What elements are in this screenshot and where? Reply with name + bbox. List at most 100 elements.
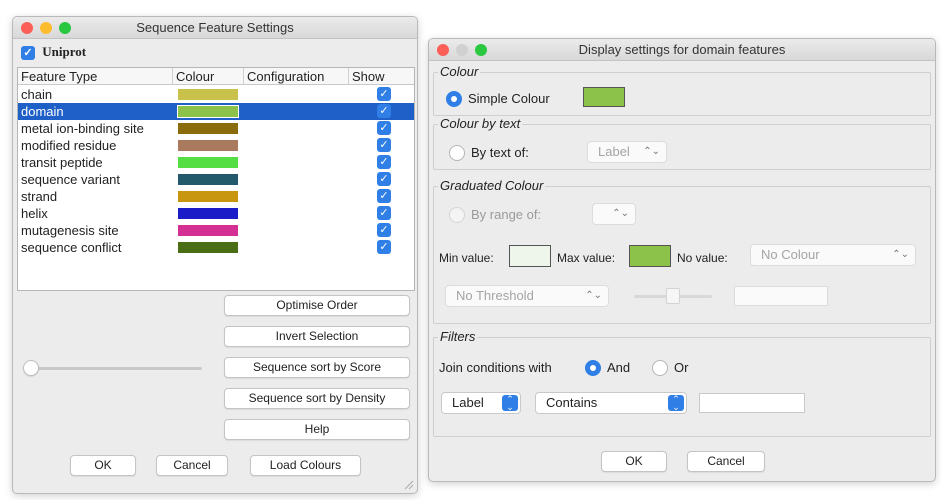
transparency-slider-knob[interactable] — [23, 360, 39, 376]
help-button[interactable]: Help — [224, 419, 410, 440]
minimize-window-icon[interactable] — [40, 22, 52, 34]
column-header-configuration[interactable]: Configuration — [244, 68, 349, 85]
load-colours-button[interactable]: Load Colours — [250, 455, 361, 476]
filter-condition-select[interactable]: Contains ⌃ ⌄ — [535, 392, 687, 414]
transparency-slider-track[interactable] — [27, 367, 202, 370]
colour-swatch[interactable] — [178, 157, 238, 168]
colour-swatch[interactable] — [178, 89, 238, 100]
window2-title: Display settings for domain features — [578, 42, 786, 57]
threshold-value-input[interactable] — [734, 286, 828, 306]
table-row[interactable]: mutagenesis site ✓ — [18, 222, 414, 239]
join-or-radio[interactable] — [652, 360, 668, 376]
join-or-label: Or — [674, 360, 689, 375]
column-header-feature-type[interactable]: Feature Type — [18, 68, 173, 85]
no-value-select-value: No Colour — [761, 247, 820, 262]
by-range-radio[interactable] — [449, 207, 465, 223]
resize-grip-icon[interactable] — [403, 479, 414, 490]
table-row[interactable]: helix ✓ — [18, 205, 414, 222]
show-checkbox-icon[interactable]: ✓ — [377, 206, 391, 220]
show-checkbox-icon[interactable]: ✓ — [377, 189, 391, 203]
join-and-radio[interactable] — [585, 360, 601, 376]
uniprot-checkbox-icon[interactable]: ✓ — [21, 46, 35, 61]
filter-attribute-select[interactable]: Label ⌃ ⌄ — [441, 392, 521, 414]
table-row[interactable]: modified residue ✓ — [18, 137, 414, 154]
show-checkbox-icon[interactable]: ✓ — [377, 104, 391, 118]
show-checkbox-icon[interactable]: ✓ — [377, 240, 391, 254]
by-text-select[interactable]: Label ⌃⌄ — [587, 141, 667, 163]
optimise-order-button[interactable]: Optimise Order — [224, 295, 410, 316]
updown-chevron-icon: ⌃⌄ — [892, 249, 909, 260]
feature-type-cell: metal ion-binding site — [21, 121, 144, 136]
table-row[interactable]: chain ✓ — [18, 86, 414, 103]
filter-attribute-value: Label — [452, 395, 484, 410]
cancel-button[interactable]: Cancel — [156, 455, 228, 476]
colour-swatch[interactable] — [178, 174, 238, 185]
simple-colour-swatch[interactable] — [583, 87, 625, 107]
by-text-radio[interactable] — [449, 145, 465, 161]
window2-titlebar[interactable]: Display settings for domain features — [429, 39, 935, 61]
ok-button[interactable]: OK — [601, 451, 667, 472]
show-checkbox-icon[interactable]: ✓ — [377, 155, 391, 169]
table-row[interactable]: sequence variant ✓ — [18, 171, 414, 188]
column-header-show[interactable]: Show — [349, 68, 415, 85]
zoom-window-icon[interactable] — [59, 22, 71, 34]
simple-colour-radio[interactable] — [446, 91, 462, 107]
updown-chevron-icon: ⌃⌄ — [612, 208, 629, 219]
colour-by-text-group: Colour by text By text of: Label ⌃⌄ — [433, 116, 931, 170]
column-header-colour[interactable]: Colour — [173, 68, 244, 85]
show-checkbox-icon[interactable]: ✓ — [377, 138, 391, 152]
feature-type-cell: mutagenesis site — [21, 223, 119, 238]
table-row[interactable]: strand ✓ — [18, 188, 414, 205]
sort-by-score-button[interactable]: Sequence sort by Score — [224, 357, 410, 378]
feature-type-cell: helix — [21, 206, 48, 221]
close-window-icon[interactable] — [21, 22, 33, 34]
ok-button[interactable]: OK — [70, 455, 136, 476]
filters-group: Filters Join conditions with And Or Labe… — [433, 329, 931, 437]
table-row[interactable]: metal ion-binding site ✓ — [18, 120, 414, 137]
sort-by-density-button[interactable]: Sequence sort by Density — [224, 388, 410, 409]
uniprot-source-toggle[interactable]: ✓ Uniprot — [21, 44, 86, 61]
updown-chevron-icon: ⌃⌄ — [502, 395, 518, 412]
by-text-label: By text of: — [471, 145, 529, 160]
threshold-select[interactable]: No Threshold ⌃⌄ — [445, 285, 609, 307]
feature-type-cell: chain — [21, 87, 53, 102]
invert-selection-button[interactable]: Invert Selection — [224, 326, 410, 347]
updown-chevron-icon: ⌃⌄ — [668, 395, 684, 412]
by-range-select[interactable]: ⌃⌄ — [592, 203, 636, 225]
colour-swatch[interactable] — [178, 208, 238, 219]
table-row[interactable]: domain ✓ — [18, 103, 414, 120]
window1-title: Sequence Feature Settings — [136, 20, 294, 35]
show-checkbox-icon[interactable]: ✓ — [377, 223, 391, 237]
colour-swatch[interactable] — [178, 123, 238, 134]
no-value-label: No value: — [677, 251, 728, 265]
feature-table[interactable]: Feature Type Colour Configuration Show c… — [17, 67, 415, 291]
colour-swatch[interactable] — [178, 191, 238, 202]
feature-type-cell: strand — [21, 189, 58, 204]
table-row[interactable]: transit peptide ✓ — [18, 154, 414, 171]
join-conditions-label: Join conditions with — [439, 360, 552, 375]
colour-swatch[interactable] — [178, 242, 238, 253]
colour-group: Colour Simple Colour — [433, 64, 931, 116]
join-and-label: And — [607, 360, 631, 375]
show-checkbox-icon[interactable]: ✓ — [377, 121, 391, 135]
min-colour-swatch[interactable] — [509, 245, 551, 267]
window1-titlebar[interactable]: Sequence Feature Settings — [13, 17, 417, 39]
filter-value-input[interactable] — [699, 393, 805, 413]
max-colour-swatch[interactable] — [629, 245, 671, 267]
show-checkbox-icon[interactable]: ✓ — [377, 172, 391, 186]
colour-swatch[interactable] — [178, 225, 238, 236]
feature-type-cell: modified residue — [21, 138, 117, 153]
simple-colour-label: Simple Colour — [468, 91, 550, 106]
show-checkbox-icon[interactable]: ✓ — [377, 87, 391, 101]
close-window-icon[interactable] — [437, 44, 449, 56]
cancel-button[interactable]: Cancel — [687, 451, 765, 472]
filters-legend: Filters — [438, 329, 478, 344]
colour-swatch[interactable] — [177, 105, 239, 118]
threshold-slider-knob[interactable] — [666, 288, 680, 304]
table-row[interactable]: sequence conflict ✓ — [18, 239, 414, 256]
by-range-label: By range of: — [471, 207, 542, 222]
colour-swatch[interactable] — [178, 140, 238, 151]
min-value-label: Min value: — [439, 251, 494, 265]
zoom-window-icon[interactable] — [475, 44, 487, 56]
no-value-select[interactable]: No Colour ⌃⌄ — [750, 244, 916, 266]
